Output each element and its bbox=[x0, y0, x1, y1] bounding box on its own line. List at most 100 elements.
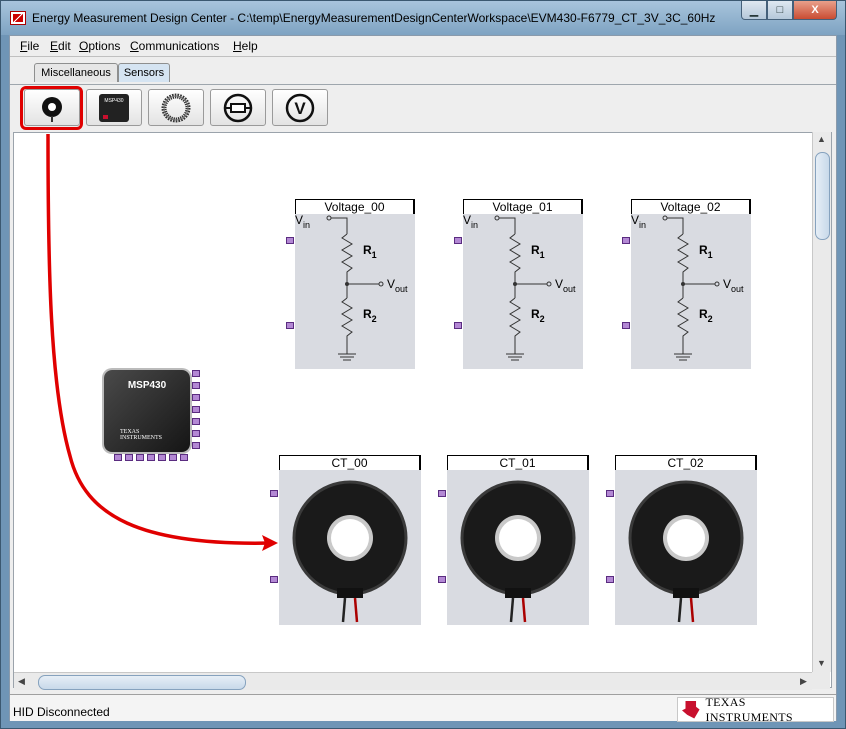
shunt-resistor-icon bbox=[223, 93, 253, 122]
status-bar: HID Disconnected TEXAS INSTRUMENTS bbox=[10, 694, 836, 724]
voltage-tool-button[interactable]: V bbox=[272, 89, 328, 126]
r1-label: R bbox=[363, 243, 372, 257]
menu-help[interactable]: Help bbox=[233, 39, 258, 53]
vout-subscript: out bbox=[563, 284, 576, 294]
ct-block-00[interactable]: CT_00 bbox=[279, 455, 421, 625]
close-button[interactable]: X bbox=[793, 1, 837, 20]
scroll-right-arrow[interactable]: ▶ bbox=[800, 676, 807, 687]
vin-label: V bbox=[295, 214, 303, 227]
shunt-tool-button[interactable] bbox=[210, 89, 266, 126]
voltage-block-02[interactable]: Voltage_02 Vin R1 Vout R2 bbox=[631, 199, 751, 369]
chip-pin[interactable] bbox=[180, 454, 188, 461]
vout-label: V bbox=[723, 277, 731, 291]
menu-communications-label: ommunications bbox=[138, 39, 220, 53]
app-window: Energy Measurement Design Center - C:\te… bbox=[0, 0, 846, 729]
chip-pin[interactable] bbox=[192, 442, 200, 449]
ti-logo-text: TEXAS INSTRUMENTS bbox=[705, 694, 793, 724]
chip-pin[interactable] bbox=[192, 418, 200, 425]
current-transformer-image bbox=[628, 480, 744, 623]
menu-edit[interactable]: Edit bbox=[50, 39, 71, 53]
block-pin[interactable] bbox=[270, 576, 278, 583]
ct-block-02[interactable]: CT_02 bbox=[615, 455, 757, 625]
scroll-down-arrow[interactable]: ▼ bbox=[817, 658, 826, 668]
menu-file-label: ile bbox=[27, 39, 40, 53]
voltage-icon-letter: V bbox=[294, 99, 306, 118]
ct-block-title: CT_02 bbox=[615, 455, 757, 470]
voltage-block-00[interactable]: Voltage_00 Vin R1 Vout R2 bbox=[295, 199, 415, 369]
block-pin[interactable] bbox=[606, 490, 614, 497]
svg-text:Vin: Vin bbox=[631, 214, 646, 230]
connection-status: HID Disconnected bbox=[13, 705, 110, 719]
svg-text:R1: R1 bbox=[531, 243, 545, 260]
r2-subscript: 2 bbox=[372, 314, 377, 324]
vertical-scroll-thumb[interactable] bbox=[815, 152, 830, 240]
r2-label: R bbox=[699, 307, 708, 321]
msp430-chip-icon: MSP430 bbox=[99, 93, 129, 122]
ct-block-01[interactable]: CT_01 bbox=[447, 455, 589, 625]
block-pin[interactable] bbox=[286, 237, 294, 244]
voltage-block-title: Voltage_01 bbox=[463, 199, 583, 214]
chip-pin[interactable] bbox=[192, 430, 200, 437]
msp430-block[interactable]: MSP430 TEXAS INSTRUMENTS bbox=[104, 370, 190, 452]
scroll-left-arrow[interactable]: ◀ bbox=[18, 676, 25, 687]
menu-options[interactable]: Options bbox=[79, 39, 120, 53]
tab-sensors[interactable]: Sensors bbox=[118, 63, 170, 82]
vin-subscript: in bbox=[639, 220, 646, 230]
vout-subscript: out bbox=[395, 284, 408, 294]
chip-pin[interactable] bbox=[192, 394, 200, 401]
block-pin[interactable] bbox=[454, 237, 462, 244]
chip-pin[interactable] bbox=[169, 454, 177, 461]
vertical-scrollbar[interactable]: ▲ ▼ bbox=[812, 132, 831, 672]
chip-pin[interactable] bbox=[114, 454, 122, 461]
block-pin[interactable] bbox=[286, 322, 294, 329]
horizontal-scroll-thumb[interactable] bbox=[38, 675, 246, 690]
menu-communications[interactable]: Communications bbox=[130, 39, 219, 53]
block-pin[interactable] bbox=[270, 490, 278, 497]
rogowski-tool-button[interactable] bbox=[148, 89, 204, 126]
vin-subscript: in bbox=[303, 220, 310, 230]
window-title: Energy Measurement Design Center - C:\te… bbox=[32, 11, 716, 25]
r1-subscript: 1 bbox=[372, 250, 377, 260]
chip-pin[interactable] bbox=[158, 454, 166, 461]
chip-pin[interactable] bbox=[192, 406, 200, 413]
block-pin[interactable] bbox=[622, 237, 630, 244]
maximize-button[interactable]: □ bbox=[767, 1, 793, 20]
scroll-up-arrow[interactable]: ▲ bbox=[817, 134, 826, 144]
app-icon[interactable] bbox=[10, 11, 26, 25]
voltage-block-01[interactable]: Voltage_01 Vin R1 Vout R2 bbox=[463, 199, 583, 369]
voltage-divider-diagram: Vin R1 Vout R2 bbox=[631, 214, 744, 361]
menu-help-mnemonic: H bbox=[233, 39, 242, 53]
svg-text:Vout: Vout bbox=[555, 277, 576, 294]
svg-text:R2: R2 bbox=[363, 307, 377, 324]
tab-miscellaneous[interactable]: Miscellaneous bbox=[34, 63, 118, 82]
block-pin[interactable] bbox=[606, 576, 614, 583]
block-pin[interactable] bbox=[622, 322, 630, 329]
r1-label: R bbox=[699, 243, 708, 257]
r2-subscript: 2 bbox=[708, 314, 713, 324]
menu-file[interactable]: File bbox=[20, 39, 39, 53]
vin-subscript: in bbox=[471, 220, 478, 230]
chip-pin[interactable] bbox=[136, 454, 144, 461]
design-canvas[interactable]: Voltage_00 Vin R1 Vout R2 Voltage_01 Vin… bbox=[13, 132, 832, 688]
chip-pin[interactable] bbox=[192, 370, 200, 377]
svg-text:Vout: Vout bbox=[723, 277, 744, 294]
block-pin[interactable] bbox=[454, 322, 462, 329]
title-bar[interactable]: Energy Measurement Design Center - C:\te… bbox=[1, 1, 845, 35]
block-pin[interactable] bbox=[438, 576, 446, 583]
menu-bar: File Edit Options Communications Help bbox=[10, 36, 836, 56]
svg-text:R1: R1 bbox=[699, 243, 713, 260]
chip-pin[interactable] bbox=[125, 454, 133, 461]
horizontal-scrollbar[interactable]: ◀ ▶ bbox=[14, 672, 812, 690]
ti-logo-icon bbox=[682, 700, 700, 719]
msp430-tool-button[interactable]: MSP430 bbox=[86, 89, 142, 126]
rogowski-coil-icon bbox=[161, 93, 191, 122]
current-transformer-image bbox=[460, 480, 576, 623]
block-pin[interactable] bbox=[438, 490, 446, 497]
chip-brand-line2: INSTRUMENTS bbox=[120, 435, 163, 441]
voltage-divider-diagram: Vin R1 Vout R2 bbox=[463, 214, 576, 361]
menu-edit-mnemonic: E bbox=[50, 39, 59, 53]
minimize-button[interactable]: ▁ bbox=[741, 1, 767, 20]
chip-pin[interactable] bbox=[192, 382, 200, 389]
chip-pin[interactable] bbox=[147, 454, 155, 461]
voltage-block-title: Voltage_00 bbox=[295, 199, 415, 214]
